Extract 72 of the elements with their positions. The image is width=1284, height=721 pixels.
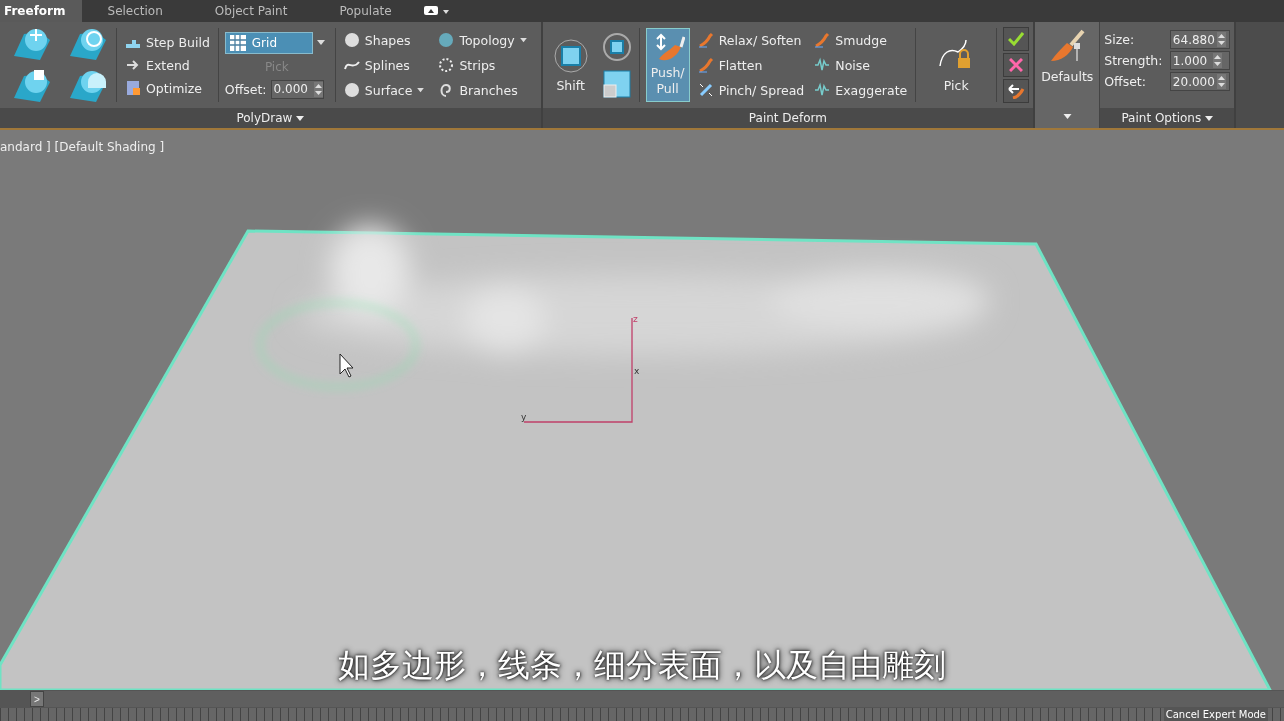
grid-dropdown[interactable]: Grid	[224, 31, 313, 54]
scale-square-icon[interactable]	[601, 69, 632, 99]
spinner-arrows-icon[interactable]	[1216, 32, 1226, 47]
accept-button[interactable]	[1003, 27, 1030, 51]
defaults-button[interactable]: Defaults	[1035, 28, 1100, 85]
ribbon-tab[interactable]: Object Paint	[188, 0, 314, 22]
revert-button[interactable]	[1003, 79, 1030, 103]
panel-title: Paint Deform	[542, 108, 1034, 128]
subtitle-text: 如多边形，线条，细分表面，以及自由雕刻	[336, 645, 948, 686]
ribbon-tool-button[interactable]: Noise	[812, 53, 910, 77]
ribbon-tool-button[interactable]: Shapes	[341, 28, 427, 52]
value-spinner[interactable]: 20.000	[1169, 72, 1231, 91]
ribbon-tool-button[interactable]: Flatten	[695, 53, 807, 77]
caret-icon[interactable]	[316, 39, 325, 46]
spinner-arrows-icon[interactable]	[1212, 53, 1222, 68]
ribbon-tool-button[interactable]: Exaggerate	[812, 78, 910, 102]
wave-icon	[814, 82, 831, 98]
field-label: Size:	[1104, 32, 1136, 47]
push-pull-button[interactable]: Push/ Pull	[645, 28, 690, 102]
brush-icon	[697, 57, 714, 73]
wave-icon	[814, 57, 831, 73]
panel-icon	[125, 80, 141, 96]
undo-brush-icon	[1007, 83, 1026, 99]
axis-label: z	[633, 314, 638, 324]
caret-icon[interactable]	[1062, 114, 1072, 120]
ribbon-tab[interactable]: Freeform	[0, 0, 82, 22]
ribbon-tool-button[interactable]: Relax/ Soften	[695, 28, 807, 52]
pinch-icon	[697, 82, 714, 98]
ribbon-tab[interactable]: Populate	[313, 0, 418, 22]
ribbon-tool-button[interactable]: Topology	[436, 28, 529, 52]
axis-label: x	[634, 366, 640, 376]
caret-icon[interactable]	[417, 87, 425, 93]
ribbon-tab[interactable]: Selection	[81, 0, 189, 22]
sphere-icon	[343, 32, 360, 48]
caret-icon[interactable]	[296, 115, 305, 122]
viewport[interactable]: andard ] [Default Shading ] z x y 如多边形，线条，细分表面，以及自由雕刻	[0, 130, 1284, 690]
ribbon-tool-button[interactable]: Branches	[436, 78, 529, 102]
field-label: Strength:	[1104, 53, 1164, 68]
value-spinner[interactable]: 1.000	[1169, 51, 1231, 70]
panel-title[interactable]: Paint Options	[1100, 108, 1235, 128]
brush-icon	[697, 32, 714, 48]
shift-button[interactable]: Shift	[546, 36, 595, 94]
ribbon-tool-button[interactable]: Optimize	[123, 79, 212, 97]
expand-button[interactable]: >	[30, 691, 44, 707]
cancel-expert-mode-link[interactable]: Cancel Expert Mode	[1163, 708, 1268, 721]
panel-menu-icon[interactable]	[423, 5, 450, 17]
axis-label: y	[521, 412, 527, 422]
caret-icon[interactable]	[1205, 115, 1214, 122]
ribbon-tool-button[interactable]: Smudge	[812, 28, 910, 52]
grid-icon	[228, 33, 247, 52]
close-icon	[1009, 58, 1024, 72]
caret-icon[interactable]	[519, 37, 527, 43]
ribbon-tool-button[interactable]: Splines	[341, 53, 427, 77]
ribbon-tool-button[interactable]: Pinch/ Spread	[695, 78, 807, 102]
ribbon-tool-button[interactable]: Extend	[123, 56, 212, 74]
panel-title[interactable]: PolyDraw	[0, 108, 541, 128]
ball-icon	[343, 82, 360, 98]
offset-spinner[interactable]: 0.000	[270, 79, 324, 99]
spinner-arrows-icon[interactable]	[1216, 74, 1226, 89]
pick-button[interactable]: Pick	[922, 37, 991, 93]
viewport-label[interactable]: andard ] [Default Shading ]	[0, 140, 165, 154]
spinner-arrows-icon[interactable]	[313, 81, 323, 97]
ribbon-tool-button[interactable]: Surface	[341, 78, 427, 102]
field-label: Offset:	[1104, 74, 1147, 89]
dotted-circle-icon	[438, 57, 455, 73]
cancel-button[interactable]	[1003, 53, 1030, 77]
ribbon-tool-button[interactable]: Strips	[436, 53, 529, 77]
ribbon-tool-button[interactable]: Step Build	[123, 33, 212, 51]
value-spinner[interactable]: 64.880	[1169, 30, 1231, 49]
checkmark-icon	[1008, 32, 1025, 46]
brush-icon	[814, 32, 831, 48]
offset-label: Offset:	[224, 81, 267, 97]
